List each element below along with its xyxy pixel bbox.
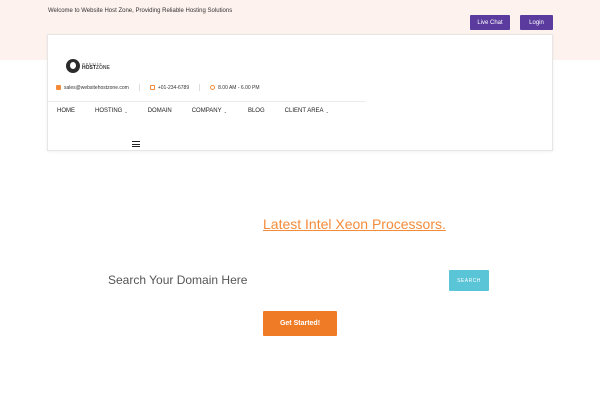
mail-icon <box>56 85 61 90</box>
nav-item-label: DOMAIN <box>147 108 172 114</box>
contact-row: sales@websitehostzone.com +01-234-6789 8… <box>56 84 270 91</box>
get-started-button[interactable]: Get Started! <box>263 311 337 336</box>
nav-item-company[interactable]: COMPANY ⌄ <box>192 108 227 114</box>
header-card: website HOSTZONE sales@websitehostzone.c… <box>47 34 553 151</box>
contact-hours-text: 8.00 AM - 6.00 PM <box>218 84 260 91</box>
logo-globe-icon <box>66 59 80 73</box>
logo-wordmark: website HOSTZONE <box>82 61 110 71</box>
chevron-down-icon: ⌄ <box>325 108 329 114</box>
contact-hours: 8.00 AM - 6.00 PM <box>210 84 260 91</box>
site-logo[interactable]: website HOSTZONE <box>66 57 120 75</box>
live-chat-button[interactable]: Live Chat <box>470 15 510 30</box>
nav-item-label: BLOG <box>247 108 265 114</box>
contact-separator <box>138 84 140 91</box>
nav-item-domain[interactable]: DOMAIN <box>148 108 172 114</box>
contact-separator <box>199 84 201 91</box>
search-button[interactable]: SEARCH <box>449 270 489 291</box>
contact-phone[interactable]: +01-234-6789 <box>149 84 190 91</box>
nav-item-label: COMPANY <box>191 108 222 114</box>
contact-phone-text: +01-234-6789 <box>157 84 190 91</box>
contact-email[interactable]: sales@websitehostzone.com <box>56 85 129 91</box>
domain-search-input[interactable] <box>108 269 438 291</box>
chevron-down-icon: ⌄ <box>124 108 128 114</box>
main-nav: HOME HOSTING ⌄ DOMAIN COMPANY ⌄ BLOG CLI… <box>57 108 329 114</box>
phone-icon <box>149 85 155 90</box>
nav-item-label: HOSTING <box>95 108 123 114</box>
nav-item-blog[interactable]: BLOG <box>248 108 265 114</box>
nav-item-label: HOME <box>57 108 75 114</box>
nav-item-home[interactable]: HOME <box>57 108 75 114</box>
header-divider <box>48 101 366 102</box>
promo-link[interactable]: Latest Intel Xeon Processors. <box>263 216 446 232</box>
hamburger-menu-icon[interactable] <box>132 141 140 147</box>
login-button[interactable]: Login <box>520 15 553 30</box>
welcome-text: Welcome to Website Host Zone, Providing … <box>48 8 233 14</box>
logo-bottom-text: HOSTZONE <box>82 64 110 71</box>
nav-item-client-area[interactable]: CLIENT AREA ⌄ <box>285 108 329 114</box>
nav-item-hosting[interactable]: HOSTING ⌄ <box>95 108 128 114</box>
nav-item-label: CLIENT AREA <box>284 108 324 114</box>
clock-icon <box>210 85 216 90</box>
chevron-down-icon: ⌄ <box>223 108 227 114</box>
contact-email-text: sales@websitehostzone.com <box>64 84 129 91</box>
